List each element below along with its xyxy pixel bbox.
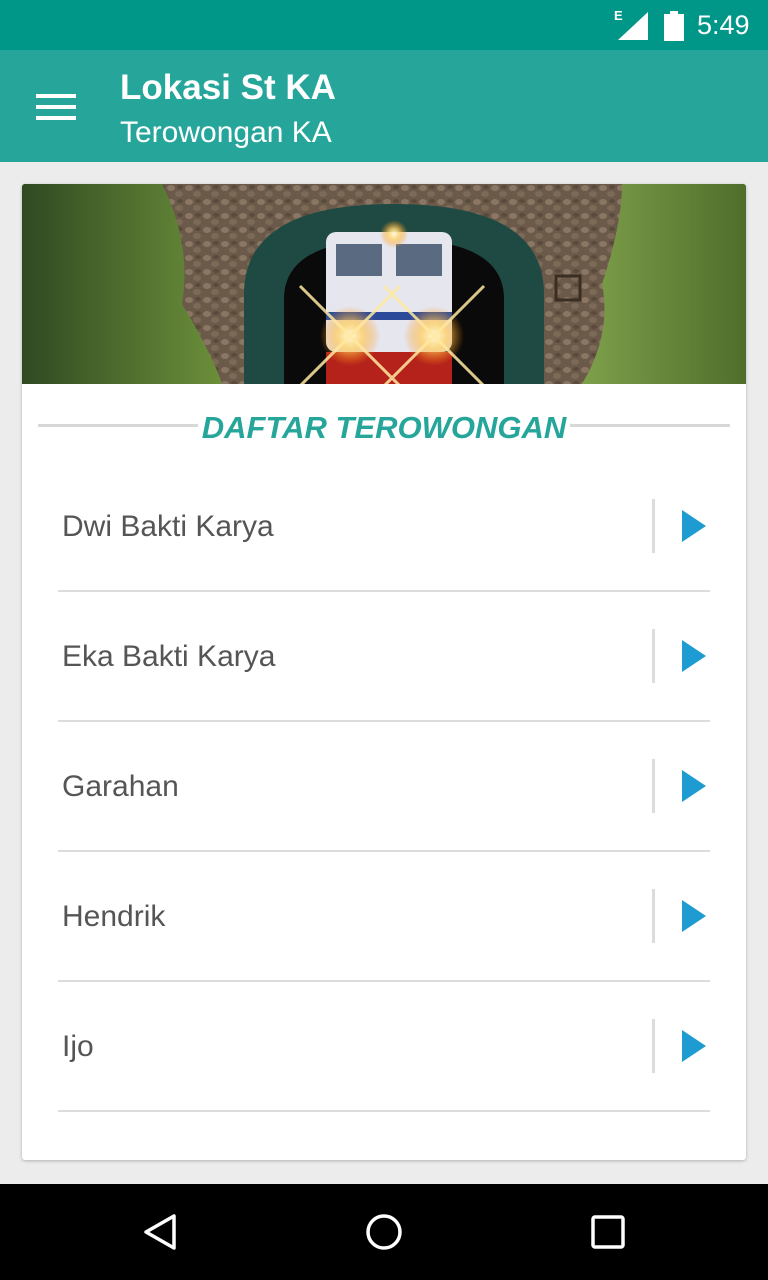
status-bar: E 5:49 [0,0,768,50]
play-arrow-icon[interactable] [682,900,706,932]
list-item-label: Garahan [62,770,179,803]
system-nav-bar [0,1184,768,1280]
item-divider [652,499,655,553]
recents-icon[interactable] [588,1212,628,1252]
back-icon[interactable] [140,1212,180,1252]
hamburger-menu-icon[interactable] [36,94,76,120]
section-heading: DAFTAR TEROWONGAN [38,406,730,446]
page-subtitle: Terowongan KA [120,116,332,149]
list-item-label: Ijo [62,1030,94,1063]
play-arrow-icon[interactable] [682,510,706,542]
item-divider [652,629,655,683]
list-item[interactable]: Hendrik [58,852,710,982]
tunnel-hero-image [22,184,746,384]
battery-icon [664,11,684,41]
list-item[interactable]: Dwi Bakti Karya [58,462,710,592]
item-divider [652,1019,655,1073]
clock: 5:49 [697,10,750,40]
signal-icon [618,12,648,40]
list-item[interactable]: Garahan [58,722,710,852]
page-title: Lokasi St KA [120,68,336,107]
item-divider [652,759,655,813]
list-item[interactable]: Eka Bakti Karya [58,592,710,722]
list-item-label: Eka Bakti Karya [62,640,276,673]
home-icon[interactable] [364,1212,404,1252]
item-divider [652,889,655,943]
play-arrow-icon[interactable] [682,1030,706,1062]
list-item-label: Dwi Bakti Karya [62,510,274,543]
section-heading-label: DAFTAR TEROWONGAN [201,410,567,445]
tunnel-list-card: DAFTAR TEROWONGAN Dwi Bakti Karya Eka Ba… [22,184,746,1160]
app-toolbar: Lokasi St KA Terowongan KA [0,50,768,162]
list-item[interactable]: Ijo [58,982,710,1112]
play-arrow-icon[interactable] [682,640,706,672]
list-item-label: Hendrik [62,900,166,933]
play-arrow-icon[interactable] [682,770,706,802]
heading-rule-right [570,424,730,427]
tunnel-list: Dwi Bakti Karya Eka Bakti Karya Garahan … [58,462,710,1112]
